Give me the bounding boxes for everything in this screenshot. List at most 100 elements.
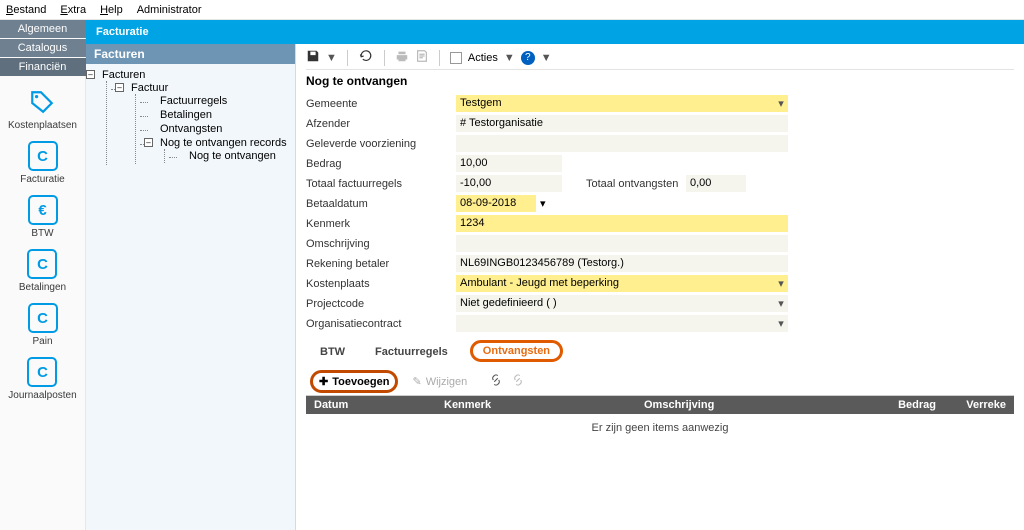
tree-toggle[interactable]: – <box>86 70 95 79</box>
nav-facturatie[interactable]: C Facturatie <box>20 141 64 185</box>
record-title: Nog te ontvangen <box>306 74 1014 88</box>
tree-node-factuurregels[interactable]: Factuurregels <box>160 95 227 107</box>
nav-label: Kostenplaatsen <box>8 120 77 131</box>
page-title: Facturatie <box>96 26 149 38</box>
field-betaaldatum[interactable]: 08-09-2018 <box>456 195 536 212</box>
chevron-down-icon[interactable]: ▾ <box>540 197 546 210</box>
tree-node-nog-leaf[interactable]: Nog te ontvangen <box>189 150 276 162</box>
field-kenmerk[interactable]: 1234 <box>456 215 788 232</box>
tree-panel: Facturen – Facturen – Factuur Fa <box>86 44 296 530</box>
label-totaal-factuurregels: Totaal factuurregels <box>306 178 456 190</box>
menu-extra[interactable]: Extra <box>60 4 86 16</box>
nav-journaalposten[interactable]: C Journaalposten <box>8 357 76 401</box>
col-omschrijving[interactable]: Omschrijving <box>636 396 864 414</box>
save-dropdown-icon[interactable]: ▼ <box>326 52 337 64</box>
nav-label: Pain <box>32 336 52 347</box>
grid-header: Datum Kenmerk Omschrijving Bedrag Verrek… <box>306 396 1014 414</box>
grid-empty-text: Er zijn geen items aanwezig <box>592 422 729 434</box>
label-kostenplaats: Kostenplaats <box>306 278 456 290</box>
nav-label: Journaalposten <box>8 390 76 401</box>
field-afzender: # Testorganisatie <box>456 115 788 132</box>
print-icon[interactable] <box>395 49 409 66</box>
invoice-icon: C <box>28 141 58 171</box>
tree-node-facturen[interactable]: Facturen <box>102 69 145 81</box>
grid-body: Er zijn geen items aanwezig <box>306 414 1014 530</box>
subtab-factuurregels[interactable]: Factuurregels <box>367 342 456 362</box>
field-gemeente[interactable]: Testgem ▾ <box>456 95 788 112</box>
field-omschrijving[interactable] <box>456 235 788 252</box>
help-icon[interactable]: ? <box>521 51 535 65</box>
tree-header: Facturen <box>86 44 295 64</box>
label-rekening: Rekening betaler <box>306 258 456 270</box>
field-kostenplaats[interactable]: Ambulant - Jeugd met beperking ▾ <box>456 275 788 292</box>
page-title-bar: Facturatie <box>86 20 1024 44</box>
journal-icon: C <box>27 357 57 387</box>
tree-node-ontvangsten[interactable]: Ontvangsten <box>160 123 222 135</box>
payment-icon: C <box>27 249 57 279</box>
field-totaal-ontvangsten: 0,00 <box>686 175 746 192</box>
nav-btw[interactable]: € BTW <box>28 195 58 239</box>
chevron-down-icon[interactable]: ▾ <box>774 297 788 310</box>
menu-administrator[interactable]: Administrator <box>137 4 202 16</box>
menu-bestand[interactable]: Bestand <box>6 4 46 16</box>
tree-toggle[interactable]: – <box>115 83 124 92</box>
wijzigen-button[interactable]: ✎ Wijzigen <box>406 373 473 390</box>
label-voorziening: Geleverde voorziening <box>306 138 456 150</box>
chevron-down-icon[interactable]: ▾ <box>774 317 788 330</box>
menu-help[interactable]: Help <box>100 4 123 16</box>
undo-icon[interactable] <box>358 49 374 66</box>
tree-node-factuur[interactable]: Factuur <box>131 82 168 94</box>
unlink-icon[interactable] <box>511 373 525 390</box>
module-sidebar: Algemeen Catalogus Financiën Kostenplaat… <box>0 20 86 530</box>
label-orgcontract: Organisatiecontract <box>306 318 456 330</box>
save-icon[interactable] <box>306 49 320 66</box>
col-kenmerk[interactable]: Kenmerk <box>436 396 636 414</box>
acties-button[interactable]: Acties <box>468 52 498 64</box>
sidebar-tab-catalogus[interactable]: Catalogus <box>0 39 86 57</box>
label-omschrijving: Omschrijving <box>306 238 456 250</box>
sidebar-tab-algemeen[interactable]: Algemeen <box>0 20 86 38</box>
plus-icon: ✚ <box>319 375 328 388</box>
label-betaaldatum: Betaaldatum <box>306 198 456 210</box>
value-kostenplaats: Ambulant - Jeugd met beperking <box>456 275 774 292</box>
subtabs: BTW Factuurregels Ontvangsten <box>306 340 1014 362</box>
nav-betalingen[interactable]: C Betalingen <box>19 249 66 293</box>
field-bedrag: 10,00 <box>456 155 562 172</box>
tree-node-betalingen[interactable]: Betalingen <box>160 109 212 121</box>
subtoolbar: ✚ Toevoegen ✎ Wijzigen <box>306 368 1014 396</box>
pencil-icon: ✎ <box>412 375 421 388</box>
nav-label: BTW <box>31 228 53 239</box>
value-gemeente: Testgem <box>456 95 774 112</box>
col-bedrag[interactable]: Bedrag <box>864 396 944 414</box>
chevron-down-icon[interactable]: ▼ <box>541 52 552 64</box>
link-icon[interactable] <box>489 373 503 390</box>
checkbox-icon[interactable] <box>450 52 462 64</box>
toevoegen-button[interactable]: ✚ Toevoegen <box>310 370 398 393</box>
label-bedrag: Bedrag <box>306 158 456 170</box>
chevron-down-icon[interactable]: ▾ <box>774 97 788 110</box>
field-projectcode[interactable]: Niet gedefinieerd ( ) ▾ <box>456 295 788 312</box>
field-orgcontract[interactable]: ▾ <box>456 315 788 332</box>
subtab-btw[interactable]: BTW <box>312 342 353 362</box>
field-rekening: NL69INGB0123456789 (Testorg.) <box>456 255 788 272</box>
label-afzender: Afzender <box>306 118 456 130</box>
euro-icon: € <box>28 195 58 225</box>
chevron-down-icon[interactable]: ▼ <box>504 52 515 64</box>
label-totaal-ontvangsten: Totaal ontvangsten <box>586 178 686 190</box>
subtab-ontvangsten[interactable]: Ontvangsten <box>470 340 563 362</box>
tag-icon <box>27 87 57 117</box>
col-verreke[interactable]: Verreke <box>944 396 1014 414</box>
report-icon[interactable] <box>415 49 429 66</box>
nav-pain[interactable]: C Pain <box>28 303 58 347</box>
editor-panel: ▼ Acties ▼ ? <box>296 44 1024 530</box>
editor-toolbar: ▼ Acties ▼ ? <box>306 48 1014 70</box>
tree-node-nog-records[interactable]: Nog te ontvangen records <box>160 137 287 149</box>
menubar: Bestand Extra Help Administrator <box>0 0 1024 20</box>
nav-kostenplaatsen[interactable]: Kostenplaatsen <box>8 87 77 131</box>
chevron-down-icon[interactable]: ▾ <box>774 277 788 290</box>
sidebar-tab-financien[interactable]: Financiën <box>0 58 86 76</box>
field-totaal-factuurregels: -10,00 <box>456 175 562 192</box>
toevoegen-label: Toevoegen <box>332 376 389 388</box>
tree-toggle[interactable]: – <box>144 138 153 147</box>
col-datum[interactable]: Datum <box>306 396 436 414</box>
